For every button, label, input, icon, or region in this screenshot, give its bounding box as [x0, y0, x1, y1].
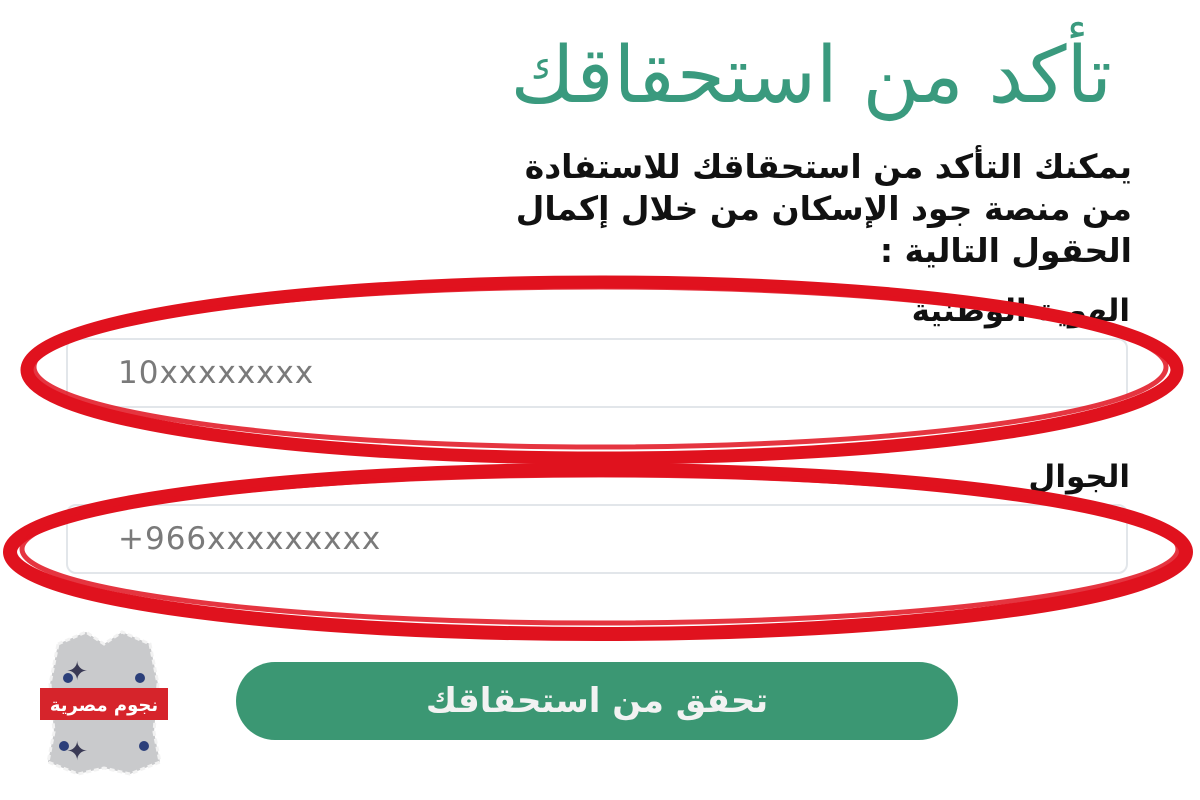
mobile-input[interactable]	[66, 504, 1128, 574]
site-watermark-logo: ✦ ✦ نجوم مصرية	[40, 630, 168, 776]
watermark-text: نجوم مصرية	[50, 695, 158, 716]
svg-text:✦: ✦	[66, 737, 88, 767]
page-title: تأكد من استحقاقك	[510, 31, 1112, 121]
mobile-label: الجوال	[1028, 459, 1130, 495]
check-eligibility-button[interactable]: تحقق من استحقاقك	[236, 662, 958, 740]
page: تأكد من استحقاقك يمكنك التأكد من استحقاق…	[0, 0, 1200, 800]
svg-text:✦: ✦	[66, 657, 88, 687]
intro-text: يمكنك التأكد من استحقاقك للاستفادة من من…	[132, 146, 1132, 272]
intro-line: الحقول التالية :	[879, 231, 1132, 270]
national-id-input[interactable]	[66, 338, 1128, 408]
intro-line: يمكنك التأكد من استحقاقك للاستفادة	[524, 147, 1132, 186]
intro-line: من منصة جود الإسكان من خلال إكمال	[515, 189, 1132, 228]
national-id-label: الهوية الوطنية	[911, 293, 1130, 329]
